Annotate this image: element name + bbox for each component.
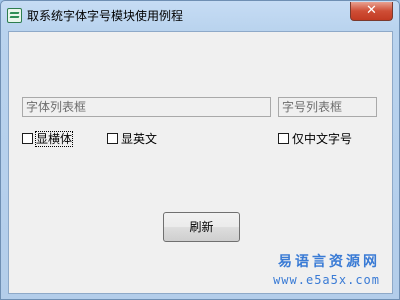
- close-button[interactable]: ✕: [350, 2, 393, 21]
- close-icon: ✕: [366, 3, 377, 18]
- font-list-box[interactable]: 字体列表框: [22, 97, 271, 117]
- client-area: 字体列表框 字号列表框 显横体 显英文 仅中文字号 刷新 易语言资源网 www.…: [8, 31, 393, 294]
- checkbox-english[interactable]: 显英文: [107, 131, 157, 147]
- checkbox-chinese-only-label: 仅中文字号: [292, 132, 353, 146]
- checkbox-english-box[interactable]: [107, 133, 118, 144]
- checkbox-chinese-only-box[interactable]: [278, 133, 289, 144]
- app-window: 取系统字体字号模块使用例程 ✕ 字体列表框 字号列表框 显横体 显英文 仅中文字…: [0, 0, 400, 300]
- watermark-url: www.e5a5x.com: [273, 273, 380, 287]
- checkbox-bold-box[interactable]: [22, 133, 33, 144]
- watermark-site-name: 易语言资源网: [278, 254, 380, 270]
- size-list-box[interactable]: 字号列表框: [278, 97, 377, 117]
- checkbox-bold[interactable]: 显横体: [22, 131, 74, 147]
- checkbox-chinese-only[interactable]: 仅中文字号: [278, 131, 352, 147]
- window-title: 取系统字体字号模块使用例程: [27, 9, 184, 23]
- refresh-button[interactable]: 刷新: [163, 212, 240, 242]
- title-bar[interactable]: 取系统字体字号模块使用例程 ✕: [1, 1, 399, 31]
- checkbox-bold-label: 显横体: [34, 131, 74, 147]
- app-logo-icon: [7, 8, 22, 23]
- checkbox-english-label: 显英文: [121, 132, 158, 146]
